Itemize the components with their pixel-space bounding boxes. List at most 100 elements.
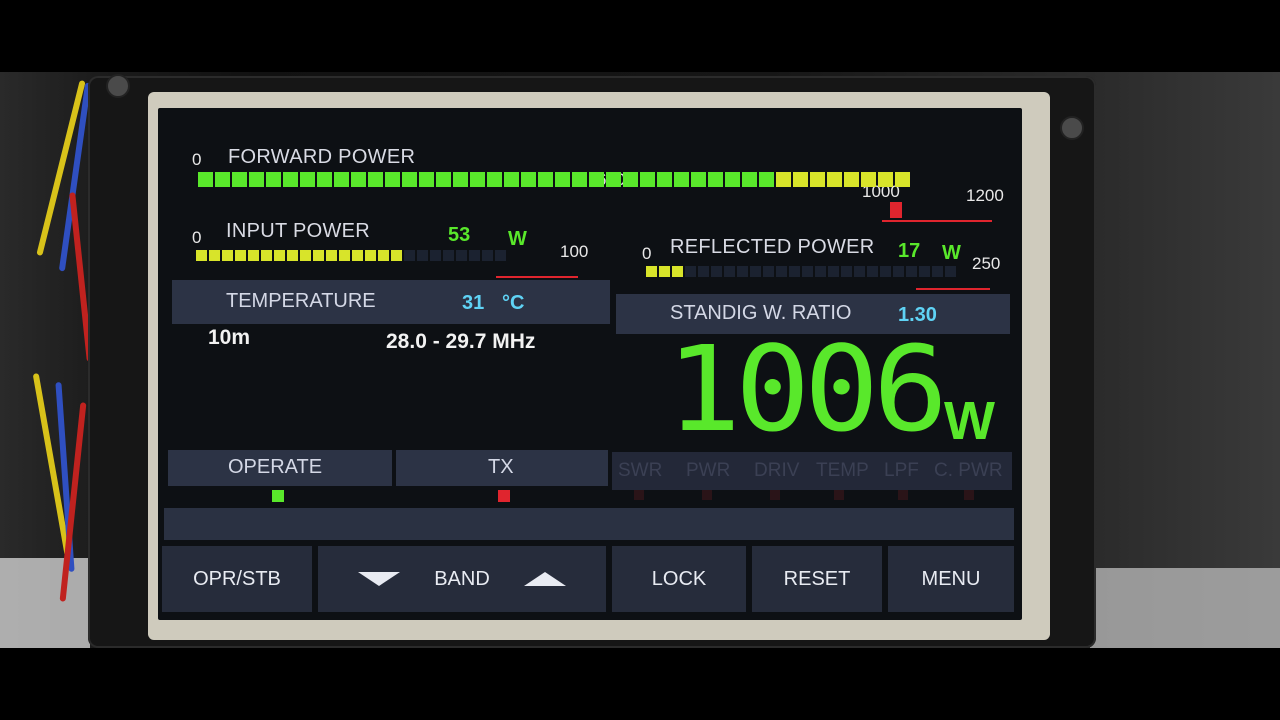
bar-segment bbox=[313, 250, 324, 261]
input-scale-100: 100 bbox=[560, 242, 589, 261]
fault-temp-led bbox=[834, 490, 844, 500]
bar-segment bbox=[737, 266, 748, 277]
forward-scale-0: 0 bbox=[192, 150, 202, 169]
bar-segment bbox=[222, 250, 233, 261]
temperature-label: TEMPERATURE bbox=[226, 290, 376, 312]
bar-segment bbox=[674, 172, 689, 187]
operate-led bbox=[272, 490, 284, 502]
fault-pwr: PWR bbox=[686, 460, 731, 481]
bar-segment bbox=[482, 250, 493, 261]
bar-segment bbox=[854, 266, 865, 277]
menu-label: MENU bbox=[921, 567, 981, 590]
bar-segment bbox=[391, 250, 402, 261]
bar-segment bbox=[815, 266, 826, 277]
output-power-display: 1006 bbox=[666, 320, 948, 458]
bar-segment bbox=[419, 172, 434, 187]
lock-button[interactable]: LOCK bbox=[612, 546, 746, 612]
forward-power-bargraph bbox=[198, 172, 912, 190]
bar-segment bbox=[906, 266, 917, 277]
fault-temp: TEMP bbox=[816, 460, 869, 481]
input-power-bargraph bbox=[196, 250, 508, 264]
tx-led bbox=[498, 490, 510, 502]
bar-segment bbox=[878, 172, 893, 187]
bar-segment bbox=[385, 172, 400, 187]
input-power-label: INPUT POWER bbox=[226, 220, 371, 242]
opr-stb-label: OPR/STB bbox=[193, 567, 281, 590]
reflected-power-label: REFLECTED POWER bbox=[670, 236, 875, 258]
bar-segment bbox=[606, 172, 621, 187]
menu-button[interactable]: MENU bbox=[888, 546, 1014, 612]
bar-segment bbox=[351, 172, 366, 187]
band-label: BAND bbox=[434, 567, 490, 590]
forward-scale-1200: 1200 bbox=[966, 186, 1004, 205]
bar-segment bbox=[555, 172, 570, 187]
bar-segment bbox=[334, 172, 349, 187]
foam-left bbox=[0, 558, 90, 648]
tx-indicator-panel: TX bbox=[396, 450, 608, 486]
screw-top-left bbox=[106, 74, 130, 98]
bar-segment bbox=[317, 172, 332, 187]
reflected-power-value: 17 bbox=[898, 240, 921, 262]
bar-segment bbox=[640, 172, 655, 187]
bar-segment bbox=[487, 172, 502, 187]
bar-segment bbox=[287, 250, 298, 261]
band-down-button[interactable] bbox=[358, 572, 401, 586]
bar-segment bbox=[368, 172, 383, 187]
bar-segment bbox=[469, 250, 480, 261]
output-power-unit: W bbox=[944, 391, 995, 451]
foam-right bbox=[1090, 568, 1280, 648]
bar-segment bbox=[945, 266, 956, 277]
bar-segment bbox=[623, 172, 638, 187]
bar-segment bbox=[266, 172, 281, 187]
bar-segment bbox=[841, 266, 852, 277]
bar-segment bbox=[708, 172, 723, 187]
bar-segment bbox=[895, 172, 910, 187]
letterbox-bottom bbox=[0, 648, 1280, 720]
bar-segment bbox=[300, 172, 315, 187]
bar-segment bbox=[919, 266, 930, 277]
bar-segment bbox=[232, 172, 247, 187]
bar-segment bbox=[198, 172, 213, 187]
input-red-zone bbox=[496, 276, 578, 278]
bar-segment bbox=[209, 250, 220, 261]
operate-label: OPERATE bbox=[228, 456, 323, 478]
bar-segment bbox=[893, 266, 904, 277]
bar-segment bbox=[802, 266, 813, 277]
band-up-button[interactable] bbox=[523, 572, 566, 586]
bar-segment bbox=[880, 266, 891, 277]
reflected-scale-0: 0 bbox=[642, 244, 652, 263]
bar-segment bbox=[248, 250, 259, 261]
bar-segment bbox=[691, 172, 706, 187]
fault-swr-led bbox=[634, 490, 644, 500]
operate-indicator-panel: OPERATE bbox=[168, 450, 392, 486]
bar-segment bbox=[589, 172, 604, 187]
fault-c-pwr: C. PWR bbox=[934, 460, 1003, 481]
reflected-power-bargraph bbox=[646, 266, 958, 280]
bar-segment bbox=[776, 266, 787, 277]
temperature-unit: °C bbox=[502, 292, 525, 314]
band-selector: BAND bbox=[318, 546, 606, 612]
temperature-value: 31 bbox=[462, 292, 485, 314]
reflected-red-zone bbox=[916, 288, 990, 290]
amplifier-display: 0 FORWARD POWER 600 1000 1200 0 INPUT PO… bbox=[158, 108, 1022, 620]
bar-segment bbox=[724, 266, 735, 277]
bar-segment bbox=[698, 266, 709, 277]
bar-segment bbox=[932, 266, 943, 277]
bar-segment bbox=[742, 172, 757, 187]
bar-segment bbox=[456, 250, 467, 261]
bar-segment bbox=[470, 172, 485, 187]
fault-swr: SWR bbox=[618, 460, 663, 481]
bar-segment bbox=[657, 172, 672, 187]
fault-lpf-led bbox=[898, 490, 908, 500]
opr-stb-button[interactable]: OPR/STB bbox=[162, 546, 312, 612]
bar-segment bbox=[725, 172, 740, 187]
message-bar bbox=[164, 508, 1014, 540]
bar-segment bbox=[404, 250, 415, 261]
screw-top-right bbox=[1060, 116, 1084, 140]
bar-segment bbox=[810, 172, 825, 187]
reset-button[interactable]: RESET bbox=[752, 546, 882, 612]
fault-lpf: LPF bbox=[884, 460, 919, 481]
forward-red-zone bbox=[882, 220, 992, 222]
bar-segment bbox=[789, 266, 800, 277]
bar-segment bbox=[750, 266, 761, 277]
